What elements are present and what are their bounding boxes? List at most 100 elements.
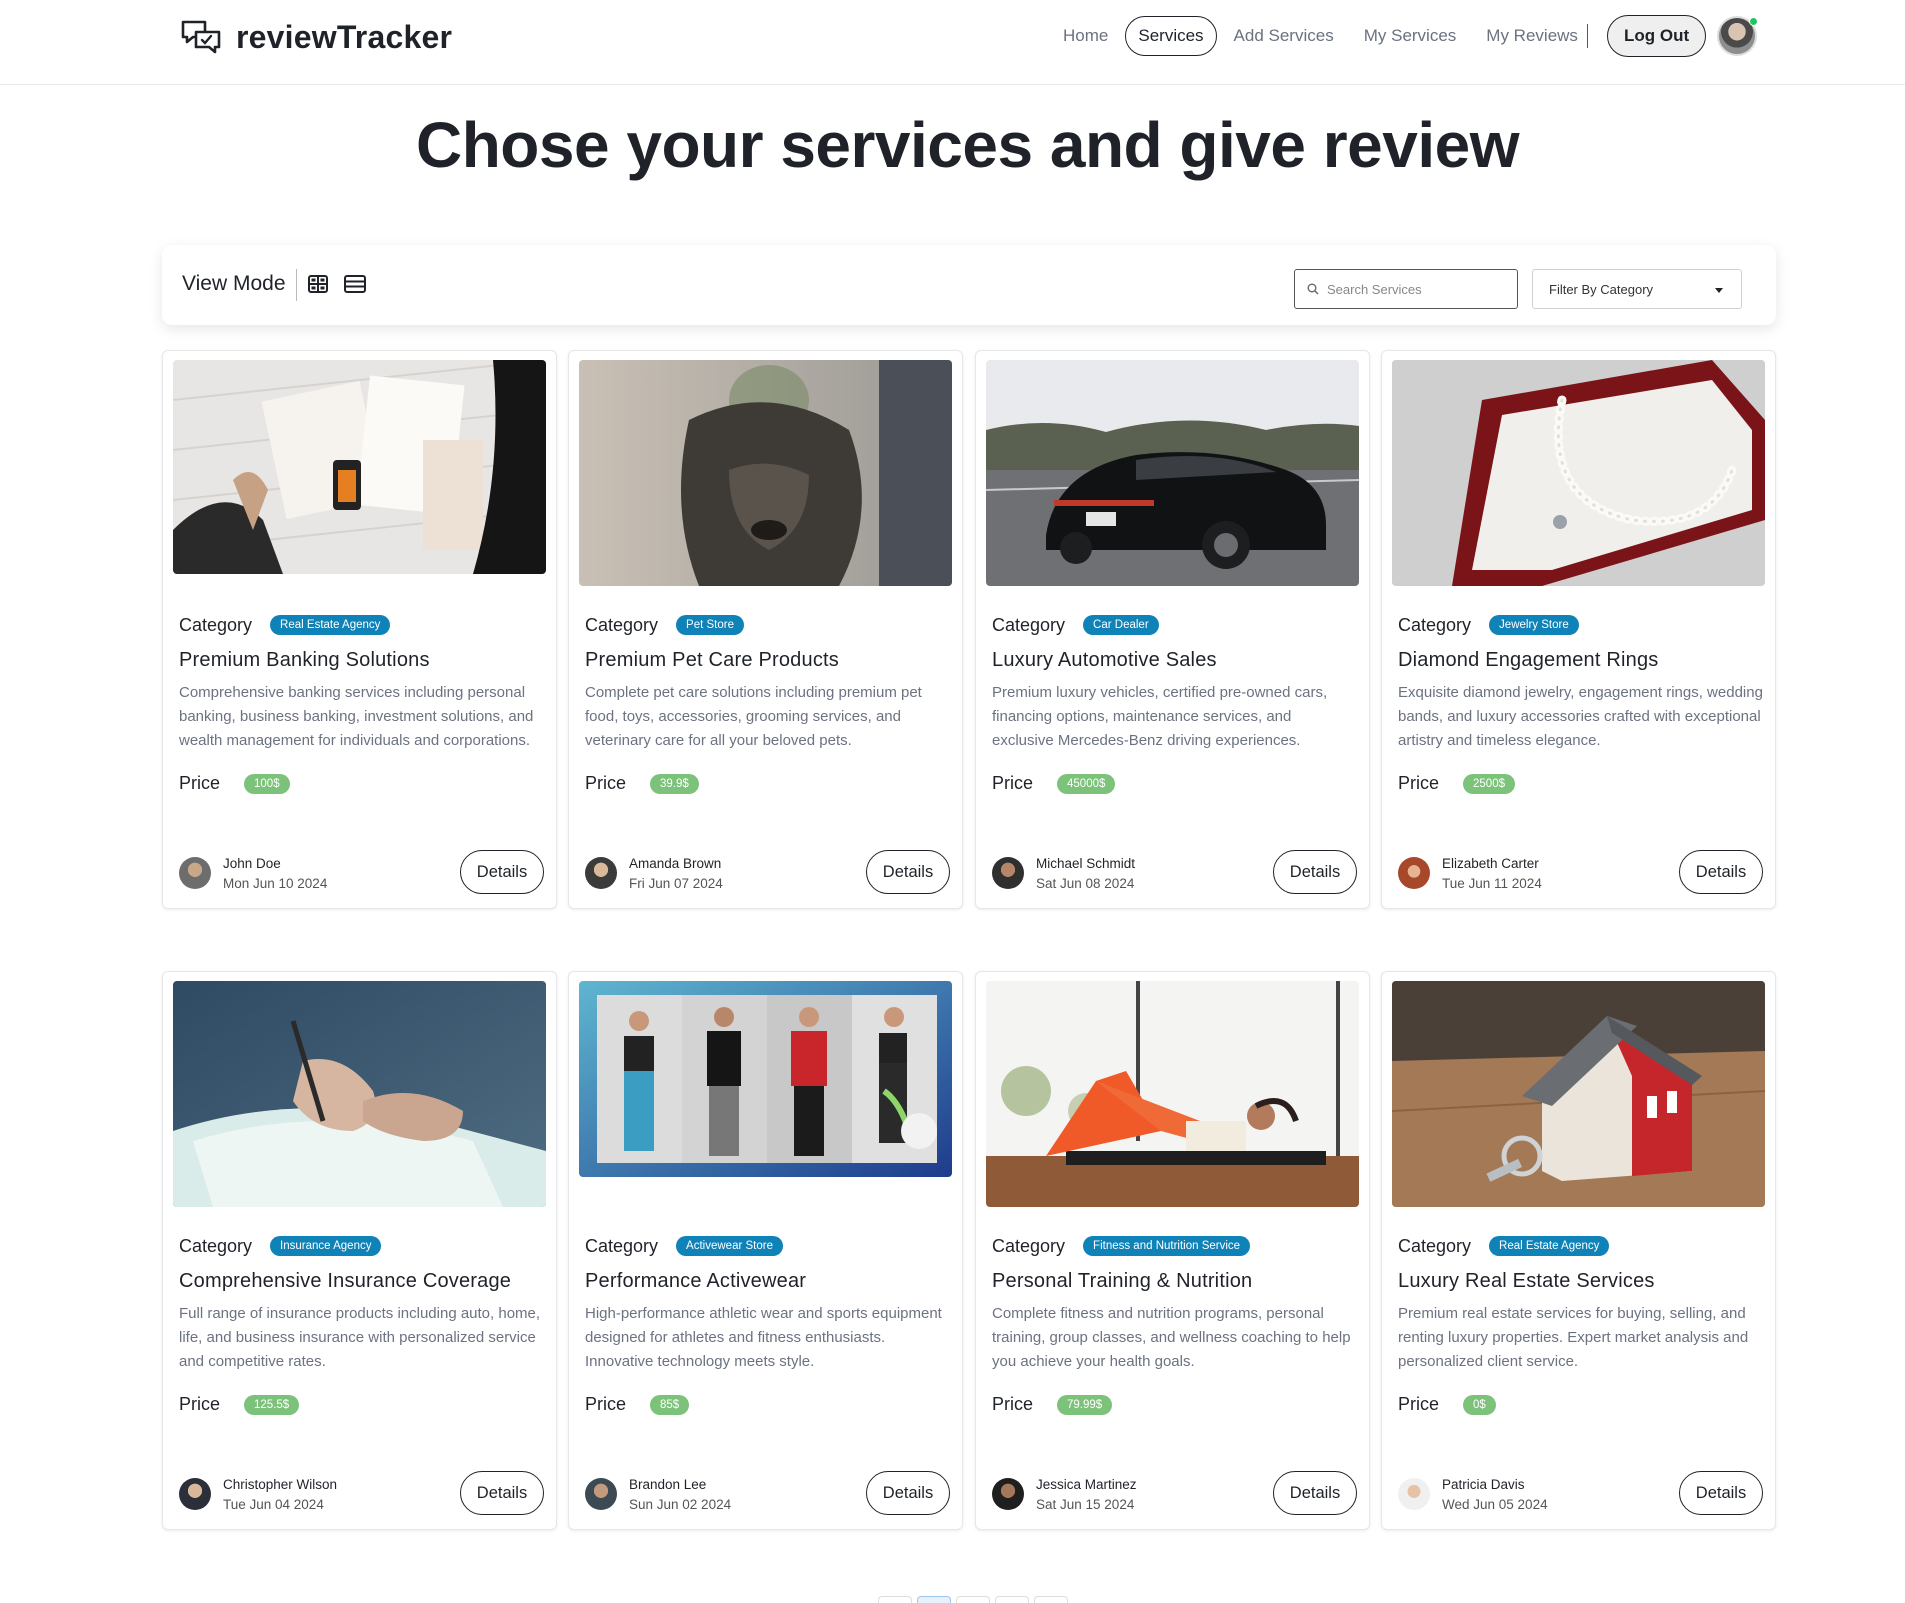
card-image-signing-document[interactable] <box>173 981 546 1207</box>
author-name: Jessica Martinez <box>1036 1477 1137 1492</box>
list-view-icon[interactable] <box>344 273 366 295</box>
author-avatar <box>179 1478 211 1510</box>
card-footer: Patricia Davis Wed Jun 05 2024 Details <box>1398 1471 1763 1515</box>
service-card: Category Real Estate Agency Premium Banki… <box>162 350 557 909</box>
card-image-activewear-models[interactable] <box>579 981 952 1177</box>
card-title: Premium Banking Solutions <box>179 649 430 671</box>
service-card: Category Jewelry Store Diamond Engagement… <box>1381 350 1776 909</box>
brand-logo[interactable]: reviewTracker <box>180 18 452 56</box>
category-badge: Car Dealer <box>1083 615 1159 635</box>
category-badge: Real Estate Agency <box>270 615 391 635</box>
card-title: Diamond Engagement Rings <box>1398 649 1659 671</box>
post-date: Mon Jun 10 2024 <box>223 876 328 891</box>
service-card: Category Real Estate Agency Luxury Real E… <box>1381 971 1776 1530</box>
details-button[interactable]: Details <box>460 850 544 894</box>
author-avatar <box>992 1478 1024 1510</box>
caret-down-icon <box>1715 288 1723 293</box>
nav-my-services[interactable]: My Services <box>1351 16 1470 56</box>
toolbar: View Mode Filter By Category <box>162 245 1776 325</box>
pagination-page[interactable] <box>956 1596 990 1603</box>
card-body: Category Jewelry Store Diamond Engagement… <box>1398 613 1763 794</box>
card-image-finance-documents[interactable] <box>173 360 546 574</box>
author-avatar <box>1398 1478 1430 1510</box>
author-name: Brandon Lee <box>629 1477 707 1492</box>
category-label: Category <box>992 614 1066 635</box>
price-label: Price <box>1398 773 1440 793</box>
card-body: Category Real Estate Agency Luxury Real E… <box>1398 1234 1763 1415</box>
post-date: Tue Jun 11 2024 <box>1442 876 1542 891</box>
service-card: Category Pet Store Premium Pet Care Produ… <box>568 350 963 909</box>
card-description: Complete pet care solutions including pr… <box>585 684 922 749</box>
author-avatar <box>179 857 211 889</box>
nav-home[interactable]: Home <box>1050 16 1121 56</box>
category-label: Category <box>179 614 253 635</box>
card-image-workout[interactable] <box>986 981 1359 1207</box>
category-badge: Pet Store <box>676 615 744 635</box>
card-body: Category Car Dealer Luxury Automotive Sal… <box>992 613 1357 794</box>
card-title: Performance Activewear <box>585 1270 807 1292</box>
price-badge: 100$ <box>244 773 290 794</box>
card-description: Exquisite diamond jewelry, engagement ri… <box>1398 684 1763 749</box>
pagination <box>878 1596 1068 1603</box>
details-button[interactable]: Details <box>866 850 950 894</box>
details-button[interactable]: Details <box>460 1471 544 1515</box>
page-title: Chose your services and give review <box>415 109 1520 181</box>
card-body: Category Insurance Agency Comprehensive I… <box>179 1234 544 1415</box>
brand-name: reviewTracker <box>236 18 453 55</box>
card-description: High-performance athletic wear and sport… <box>585 1305 942 1370</box>
price-badge: 0$ <box>1463 1394 1496 1415</box>
nav-divider <box>1587 24 1588 48</box>
price-label: Price <box>992 1394 1034 1414</box>
service-card: Category Insurance Agency Comprehensive I… <box>162 971 557 1530</box>
details-button[interactable]: Details <box>1679 1471 1763 1515</box>
card-title: Luxury Real Estate Services <box>1398 1270 1655 1292</box>
author-name: Michael Schmidt <box>1036 856 1136 871</box>
category-badge: Fitness and Nutrition Service <box>1083 1236 1251 1256</box>
post-date: Fri Jun 07 2024 <box>629 876 723 891</box>
nav-my-reviews[interactable]: My Reviews <box>1473 16 1591 56</box>
details-button[interactable]: Details <box>1273 1471 1357 1515</box>
category-label: Category <box>585 1235 659 1256</box>
logout-button[interactable]: Log Out <box>1607 15 1707 57</box>
grid-view-icon[interactable] <box>307 273 329 295</box>
card-title: Premium Pet Care Products <box>585 649 839 671</box>
details-button[interactable]: Details <box>1273 850 1357 894</box>
pagination-next[interactable] <box>1034 1596 1068 1603</box>
card-footer: Brandon Lee Sun Jun 02 2024 Details <box>585 1471 950 1515</box>
search-icon <box>1307 283 1319 295</box>
post-date: Wed Jun 05 2024 <box>1442 1497 1548 1512</box>
category-badge: Activewear Store <box>676 1236 783 1256</box>
card-image-pearl-necklace[interactable] <box>1392 360 1765 586</box>
chat-bubbles-icon <box>181 20 221 54</box>
price-label: Price <box>585 1394 627 1414</box>
price-label: Price <box>1398 1394 1440 1414</box>
search-input[interactable] <box>1327 281 1507 297</box>
card-image-house-model[interactable] <box>1392 981 1765 1207</box>
card-image-dog[interactable] <box>579 360 952 586</box>
price-badge: 79.99$ <box>1057 1394 1113 1415</box>
nav-add-services[interactable]: Add Services <box>1221 16 1347 56</box>
card-description: Premium luxury vehicles, certified pre-o… <box>992 684 1328 749</box>
category-label: Category <box>179 1235 253 1256</box>
view-mode-divider <box>296 269 297 301</box>
card-description: Full range of insurance products includi… <box>179 1305 541 1370</box>
author-name: Patricia Davis <box>1442 1477 1525 1492</box>
card-footer: John Doe Mon Jun 10 2024 Details <box>179 850 544 894</box>
view-mode-label: View Mode <box>182 272 286 295</box>
price-label: Price <box>179 773 221 793</box>
pagination-page[interactable] <box>917 1596 951 1603</box>
pagination-page[interactable] <box>995 1596 1029 1603</box>
category-label: Category <box>1398 614 1472 635</box>
search-box[interactable] <box>1294 269 1518 309</box>
pagination-prev[interactable] <box>878 1596 912 1603</box>
nav-services[interactable]: Services <box>1125 16 1217 56</box>
category-filter-select[interactable]: Filter By Category <box>1532 269 1742 309</box>
category-badge: Real Estate Agency <box>1489 1236 1610 1256</box>
navbar: reviewTracker Home Services Add Services… <box>0 0 1905 85</box>
details-button[interactable]: Details <box>866 1471 950 1515</box>
online-status-dot <box>1749 17 1758 26</box>
card-description: Complete fitness and nutrition programs,… <box>992 1305 1351 1370</box>
details-button[interactable]: Details <box>1679 850 1763 894</box>
price-badge: 85$ <box>650 1394 690 1415</box>
card-image-black-car[interactable] <box>986 360 1359 586</box>
